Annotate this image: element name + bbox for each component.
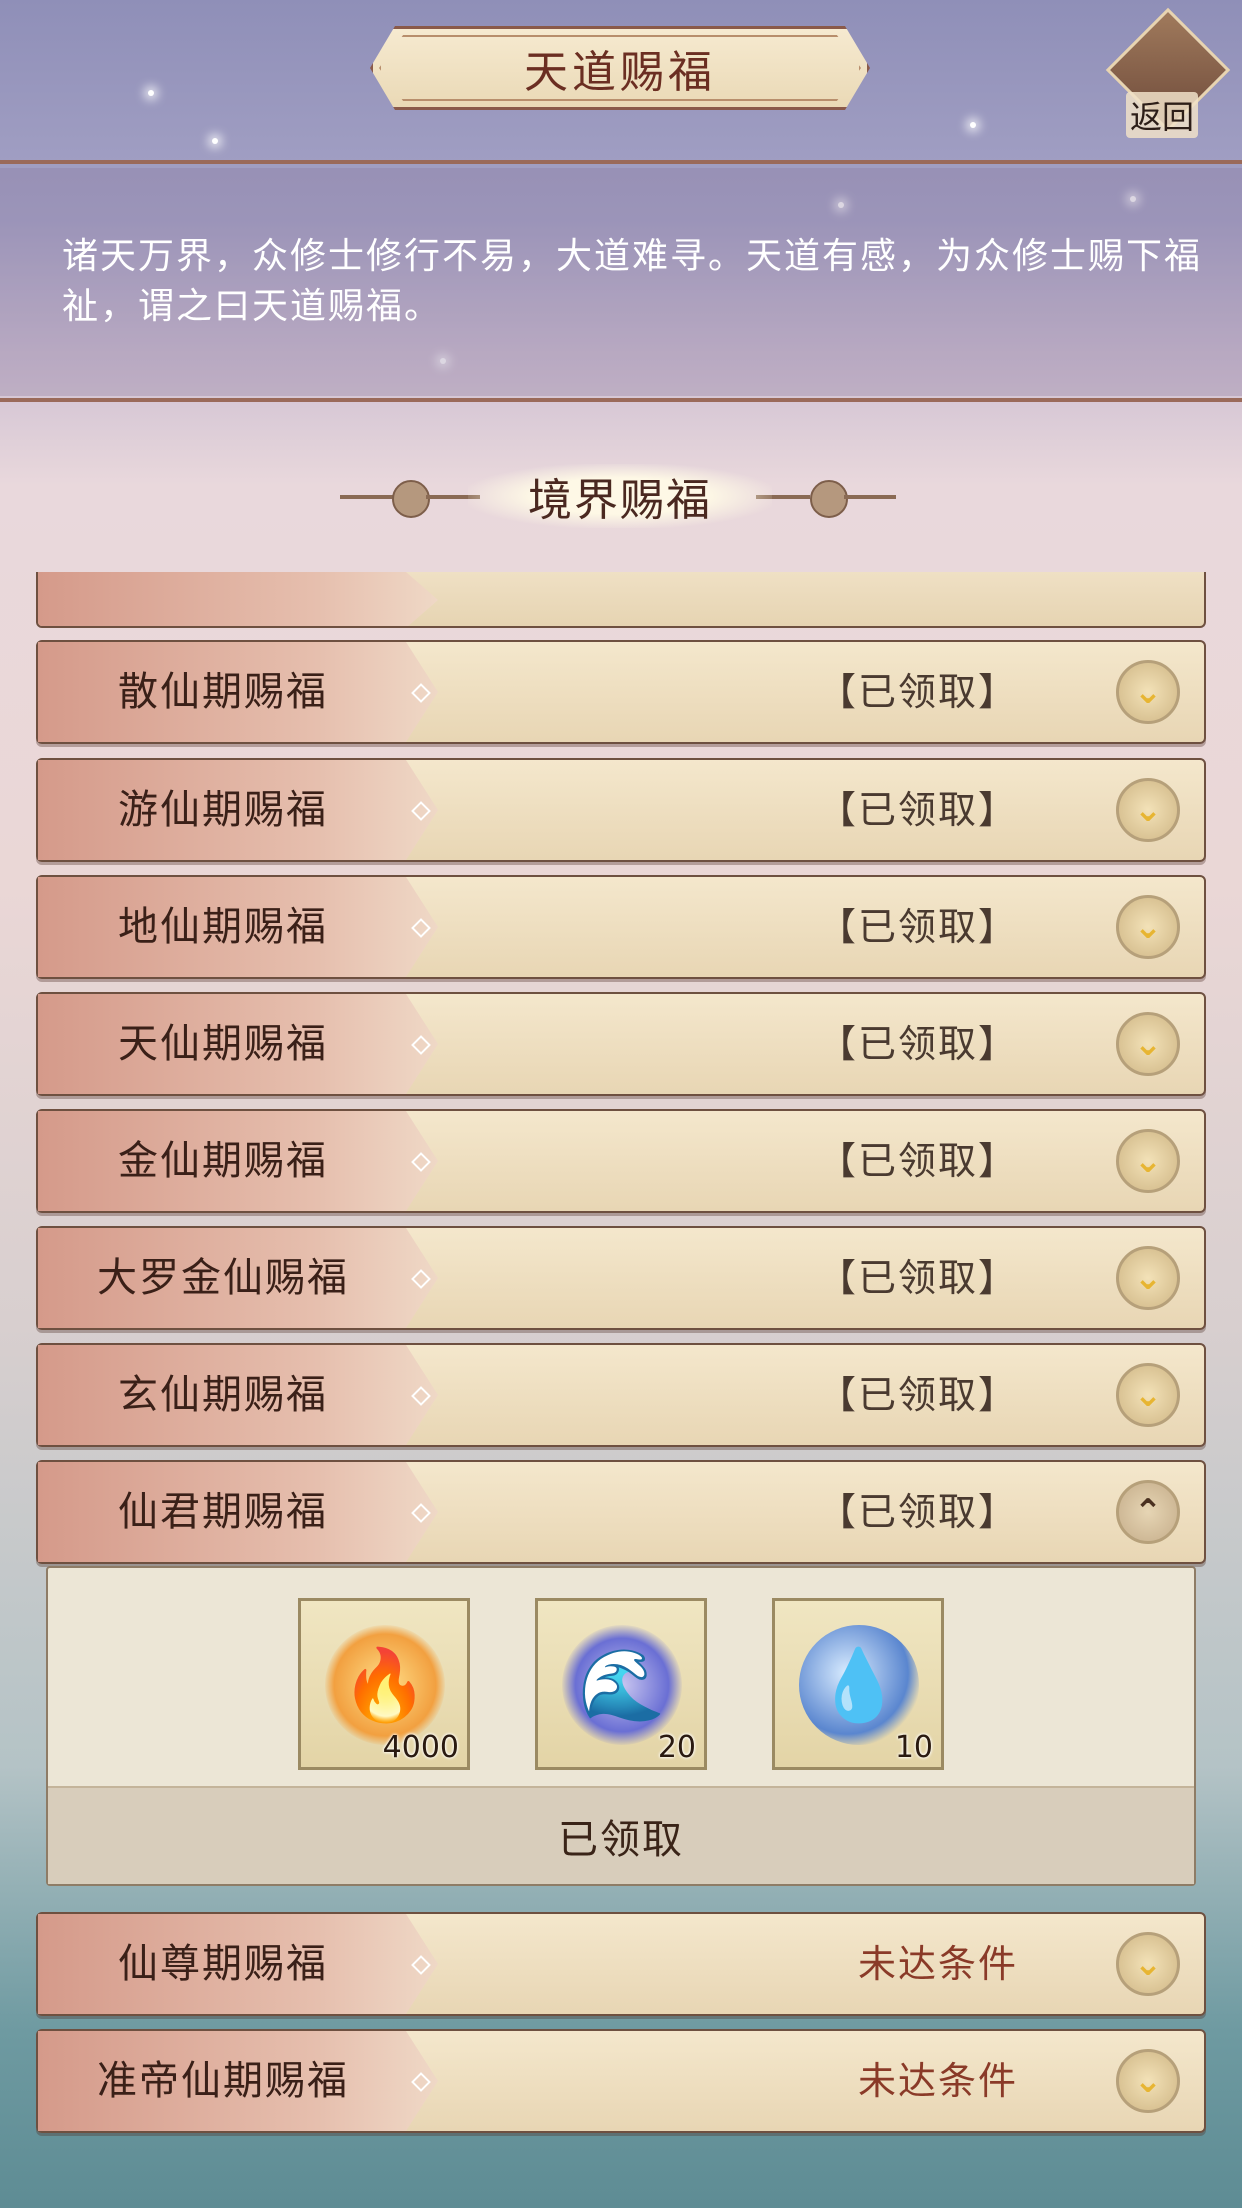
row-name: 散仙期赐福 (118, 669, 328, 715)
list-item-expanded[interactable]: 仙君期赐福 【已领取】 ⌃ (36, 1460, 1206, 1564)
row-name: 大罗金仙赐福 (97, 1255, 349, 1301)
row-status: 未达条件 (858, 1942, 1019, 1986)
list-item[interactable]: 仙尊期赐福 未达条件 ⌄ (36, 1912, 1206, 2016)
list-item[interactable]: 玄仙期赐福 【已领取】 ⌄ (36, 1343, 1206, 1447)
row-name: 游仙期赐福 (118, 787, 328, 833)
row-name: 准帝仙期赐福 (97, 2058, 349, 2104)
reward-item[interactable]: 🔥 4000 (298, 1598, 470, 1770)
section-title: 境界赐福 (468, 464, 772, 528)
back-button[interactable]: 返回 (1105, 7, 1231, 138)
chevron-down-icon[interactable]: ⌄ (1116, 895, 1180, 959)
row-status: 【已领取】 (818, 1139, 1019, 1183)
water-wave-icon: 🌊 (562, 1625, 682, 1745)
spirit-orb-icon: 💧 (799, 1625, 919, 1745)
list-item[interactable]: 大罗金仙赐福 【已领取】 ⌄ (36, 1226, 1206, 1330)
chevron-down-icon[interactable]: ⌄ (1116, 1246, 1180, 1310)
row-status: 【已领取】 (818, 1490, 1019, 1534)
section-header: 境界赐福 (340, 464, 900, 528)
row-status: 【已领取】 (818, 670, 1019, 714)
row-name: 天仙期赐福 (118, 1021, 328, 1067)
page-title: 天道赐福 (524, 47, 716, 98)
chevron-down-icon[interactable]: ⌄ (1116, 660, 1180, 724)
reward-count: 4000 (382, 1730, 459, 1765)
description-text: 诸天万界，众修士修行不易，大道难寻。天道有感，为众修士赐下福祉，谓之曰天道赐福。 (62, 236, 1203, 327)
chevron-down-icon[interactable]: ⌄ (1116, 1129, 1180, 1193)
list-item[interactable]: 散仙期赐福 【已领取】 ⌄ (36, 640, 1206, 744)
list-item[interactable]: 地仙期赐福 【已领取】 ⌄ (36, 875, 1206, 979)
reward-panel: 🔥 4000 🌊 20 💧 10 已领取 (46, 1566, 1196, 1886)
chevron-down-icon[interactable]: ⌄ (1116, 778, 1180, 842)
reward-item[interactable]: 🌊 20 (535, 1598, 707, 1770)
row-status: 【已领取】 (818, 905, 1019, 949)
row-status: 【已领取】 (818, 1256, 1019, 1300)
row-status: 【已领取】 (818, 1022, 1019, 1066)
row-name: 金仙期赐福 (118, 1138, 328, 1184)
title-plate: 天道赐福 (370, 26, 870, 110)
chevron-down-icon[interactable]: ⌄ (1116, 1363, 1180, 1427)
fire-brazier-icon: 🔥 (325, 1625, 445, 1745)
divider-top (0, 160, 1242, 164)
reward-count: 10 (894, 1730, 933, 1765)
list-item[interactable]: 金仙期赐福 【已领取】 ⌄ (36, 1109, 1206, 1213)
claimed-label: 已领取 (558, 1817, 684, 1863)
chevron-down-icon[interactable]: ⌄ (1116, 2049, 1180, 2113)
divider-bottom (0, 398, 1242, 402)
claimed-footer: 已领取 (48, 1786, 1194, 1884)
list-item[interactable]: 准帝仙期赐福 未达条件 ⌄ (36, 2029, 1206, 2133)
list-item[interactable]: 天仙期赐福 【已领取】 ⌄ (36, 992, 1206, 1096)
back-label: 返回 (1126, 92, 1199, 138)
row-name: 玄仙期赐福 (118, 1372, 328, 1418)
list-item[interactable]: 游仙期赐福 【已领取】 ⌄ (36, 758, 1206, 862)
row-status: 【已领取】 (818, 1373, 1019, 1417)
row-name: 地仙期赐福 (118, 904, 328, 950)
reward-item[interactable]: 💧 10 (772, 1598, 944, 1770)
chevron-down-icon[interactable]: ⌄ (1116, 1932, 1180, 1996)
chevron-up-icon[interactable]: ⌃ (1116, 1480, 1180, 1544)
row-name: 仙尊期赐福 (118, 1941, 328, 1987)
row-status: 【已领取】 (818, 788, 1019, 832)
row-name: 仙君期赐福 (118, 1489, 328, 1535)
partial-row[interactable] (36, 572, 1206, 628)
chevron-down-icon[interactable]: ⌄ (1116, 1012, 1180, 1076)
row-status: 未达条件 (858, 2059, 1019, 2103)
reward-count: 20 (657, 1730, 696, 1765)
